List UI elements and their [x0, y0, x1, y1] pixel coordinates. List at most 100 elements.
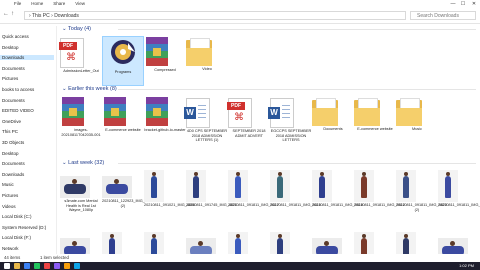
word-file-icon: W — [268, 98, 294, 128]
file-label: images-20210811T042035-001 — [61, 128, 101, 137]
file-label: 20210811_091021_IMG_4086 — [144, 203, 196, 207]
file-label: 20210811_091745_IMG_4020 — [186, 203, 238, 207]
sidebar-item[interactable]: Local Disk (F:) — [2, 235, 31, 240]
sidebar-item[interactable]: Desktop — [2, 151, 19, 156]
photo-thumbnail — [438, 170, 458, 202]
taskbar-app-icon[interactable] — [24, 263, 30, 269]
tab-home[interactable]: Home — [31, 1, 43, 6]
file-item[interactable]: Video — [186, 36, 228, 86]
sidebar-item[interactable]: Documents — [2, 161, 25, 166]
file-item[interactable]: W EGCCPS SEPTEMBER 2018 ADMISSION LETTERS — [268, 96, 312, 146]
folder-icon — [396, 98, 422, 126]
group-header[interactable]: ⌄ Last week (32) — [62, 160, 104, 166]
tab-share[interactable]: Share — [53, 1, 65, 6]
photo-thumbnail — [396, 170, 416, 202]
sidebar-item[interactable]: 3D Objects — [2, 140, 24, 145]
sidebar-item[interactable]: Downloads — [0, 55, 54, 61]
sidebar-item[interactable]: This PC — [2, 129, 18, 134]
file-item[interactable]: E-commerce website — [102, 96, 144, 146]
photo-thumbnail — [144, 170, 164, 202]
sidebar-item[interactable]: Quick access — [2, 34, 29, 39]
file-item[interactable]: 20210811_091745_IMG_4020 — [186, 170, 238, 228]
file-item[interactable]: Programs — [102, 36, 144, 86]
file-label: 20210811_122923_IMG_5828 (2) — [102, 199, 154, 208]
address-bar[interactable]: › This PC › Downloads — [24, 11, 406, 20]
file-item[interactable]: Music — [396, 96, 438, 146]
sidebar-item[interactable]: Videos — [2, 204, 16, 209]
file-label: Documents — [323, 127, 343, 131]
tab-view[interactable]: View — [75, 1, 85, 6]
photo-thumbnail — [186, 170, 206, 202]
photo-thumbnail — [228, 170, 248, 202]
file-label: 20210811_091811_IMG_5015 — [270, 203, 321, 207]
search-input[interactable]: Search Downloads — [410, 11, 476, 20]
sidebar-item[interactable]: Network — [2, 246, 19, 251]
file-item[interactable]: 20210811_091811_IMG_5015 — [270, 170, 321, 228]
sidebar-item[interactable]: Pictures — [2, 193, 18, 198]
sidebar-item[interactable]: Music — [2, 182, 14, 187]
back-arrow-icon[interactable]: ← — [3, 11, 9, 17]
close-button[interactable]: ✕ — [469, 0, 479, 8]
file-item[interactable]: 20210811_091811_IMG_5017 — [228, 170, 279, 228]
file-label: E-commerce website — [357, 127, 393, 131]
file-label: AdmissionLetter_Out — [63, 69, 99, 73]
sidebar-item[interactable]: EDITED VIDEO — [2, 108, 34, 113]
file-label: SEPTEMBER 2018 ADMIT ADVERT — [232, 129, 266, 138]
file-item[interactable]: s3mate.com Mental Health is Real 1st Way… — [60, 170, 102, 228]
file-item[interactable]: images-20210811T042035-001 — [60, 96, 102, 146]
file-item[interactable]: 20210811_122923_IMG_5828 (2) — [102, 170, 154, 228]
pdf-file-icon: PDF ⌘ — [59, 38, 84, 68]
taskbar-app-icon[interactable] — [14, 263, 20, 269]
folder-icon — [354, 98, 380, 126]
group-header[interactable]: ⌄ Earlier this week (8) — [62, 86, 117, 92]
sidebar-item[interactable]: System Reserved (D:) — [2, 225, 46, 230]
file-item[interactable]: 20210811_091811_IMG_4071 — [438, 170, 480, 228]
folder-icon — [312, 98, 338, 126]
pdf-file-icon: PDF ⌘ — [227, 98, 252, 128]
word-file-icon: W — [184, 98, 210, 128]
navigation-pane: Quick access Desktop Downloads Documents Pic… — [0, 26, 57, 262]
sidebar-item[interactable]: Pictures — [2, 76, 18, 81]
file-view: ⌄ Today (4) PDF ⌘ AdmissionLetter_Out Progra… — [58, 24, 480, 262]
taskbar-app-icon[interactable] — [54, 263, 60, 269]
sidebar-item[interactable]: Downloads — [2, 172, 24, 177]
sidebar-item[interactable]: Local Disk (C:) — [2, 214, 32, 219]
photo-thumbnail — [354, 170, 374, 202]
taskbar-app-icon[interactable] — [44, 263, 50, 269]
file-item[interactable]: bracket-github-io-master — [144, 96, 186, 146]
file-item[interactable]: 20210811_091021_IMG_4086 — [144, 170, 196, 228]
group-header[interactable]: ⌄ Today (4) — [62, 26, 91, 32]
file-label: 20210811_091811_IMG_5918 — [312, 203, 363, 207]
minimize-button[interactable]: — — [448, 0, 458, 8]
file-item[interactable]: W 4D0 CPS SEPTEMBER 2018 ADMISSION LETTER… — [184, 96, 228, 146]
photo-thumbnail — [270, 170, 290, 202]
taskbar-app-icon[interactable] — [64, 263, 70, 269]
sidebar-item[interactable]: books to access — [2, 87, 34, 92]
taskbar-app-icon[interactable] — [74, 263, 80, 269]
taskbar-app-icon[interactable] — [4, 263, 10, 269]
sidebar-item[interactable]: Documents — [2, 66, 25, 71]
sidebar-item[interactable]: Desktop — [2, 45, 19, 50]
selection-count: 1 item selected — [40, 255, 69, 260]
address-row: ← ↑ › This PC › Downloads Search Downloa… — [0, 9, 480, 24]
sidebar-item[interactable]: Documents — [2, 98, 25, 103]
folder-icon — [186, 38, 212, 66]
file-item[interactable]: 20210811_091811_IMG_5912 — [354, 170, 405, 228]
file-item[interactable]: Documents — [312, 96, 354, 146]
maximize-button[interactable]: ☐ — [458, 0, 468, 8]
file-label: 20210811_091811_IMG_5017 — [228, 203, 279, 207]
file-item[interactable]: 20210811_091811_IMG_5918 — [312, 170, 363, 228]
archive-icon — [144, 37, 170, 67]
taskbar-app-icon[interactable] — [34, 263, 40, 269]
file-item[interactable]: PDF ⌘ AdmissionLetter_Out — [59, 36, 102, 86]
file-item[interactable]: PDF ⌘ SEPTEMBER 2018 ADMIT ADVERT — [227, 96, 270, 146]
tab-file[interactable]: File — [14, 1, 21, 6]
file-label: 20210811_091811_IMG_5912 — [354, 203, 405, 207]
sidebar-item[interactable]: OneDrive — [2, 119, 21, 124]
up-arrow-icon[interactable]: ↑ — [11, 11, 14, 17]
file-item[interactable]: E-commerce website — [354, 96, 396, 146]
file-item[interactable]: Compressed — [144, 36, 186, 86]
file-item[interactable]: 20210811_091811_IMG_5823 (2) — [396, 170, 447, 228]
title-bar: File Home Share View — ☐ ✕ — [0, 0, 480, 8]
file-label: bracket-github-io-master — [144, 128, 186, 132]
